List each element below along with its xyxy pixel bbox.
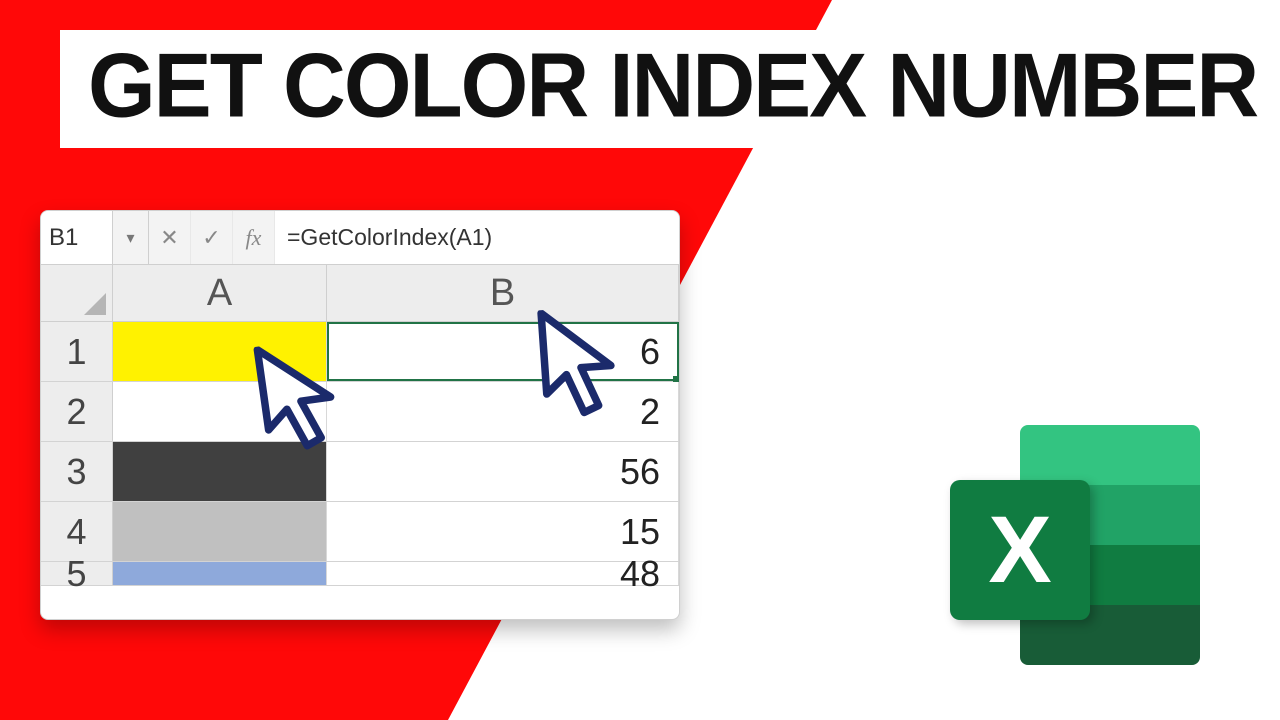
cell-b[interactable]: 2: [327, 382, 679, 441]
row-header[interactable]: 3: [41, 442, 113, 501]
column-header-b[interactable]: B: [327, 265, 679, 322]
table-row: 16: [41, 322, 679, 382]
name-box[interactable]: B1: [41, 211, 113, 264]
table-row: 3 56: [41, 442, 679, 502]
cell-b[interactable]: 56: [327, 442, 679, 501]
table-row: 22: [41, 382, 679, 442]
cell-a[interactable]: [113, 322, 327, 381]
cell-a[interactable]: [113, 382, 327, 441]
cancel-button[interactable]: ✕: [149, 211, 191, 264]
table-row: 5 48: [41, 562, 679, 586]
cell-b[interactable]: 6: [327, 322, 679, 381]
column-headers-row: A B: [41, 265, 679, 322]
cell-a[interactable]: [113, 562, 327, 585]
name-box-dropdown[interactable]: ▾: [113, 211, 149, 264]
select-all-corner[interactable]: [41, 265, 113, 322]
cell-b[interactable]: 48: [327, 562, 679, 585]
excel-logo-x: X: [950, 480, 1090, 620]
column-header-a[interactable]: A: [113, 265, 327, 322]
grid-body: 1622356415548: [41, 322, 679, 586]
headline-text: GET COLOR INDEX NUMBER: [88, 34, 1212, 139]
cell-a[interactable]: [113, 502, 327, 561]
excel-screenshot: B1 ▾ ✕ ✓ fx =GetColorIndex(A1) A B 16223…: [40, 210, 680, 620]
cell-a[interactable]: [113, 442, 327, 501]
enter-button[interactable]: ✓: [191, 211, 233, 264]
headline-bar: GET COLOR INDEX NUMBER: [60, 30, 1240, 148]
table-row: 415: [41, 502, 679, 562]
row-header[interactable]: 1: [41, 322, 113, 381]
fx-button[interactable]: fx: [233, 211, 275, 264]
formula-input[interactable]: =GetColorIndex(A1): [275, 211, 679, 264]
excel-logo: X: [950, 425, 1200, 665]
row-header[interactable]: 5: [41, 562, 113, 585]
row-header[interactable]: 2: [41, 382, 113, 441]
formula-bar: B1 ▾ ✕ ✓ fx =GetColorIndex(A1): [41, 211, 679, 265]
